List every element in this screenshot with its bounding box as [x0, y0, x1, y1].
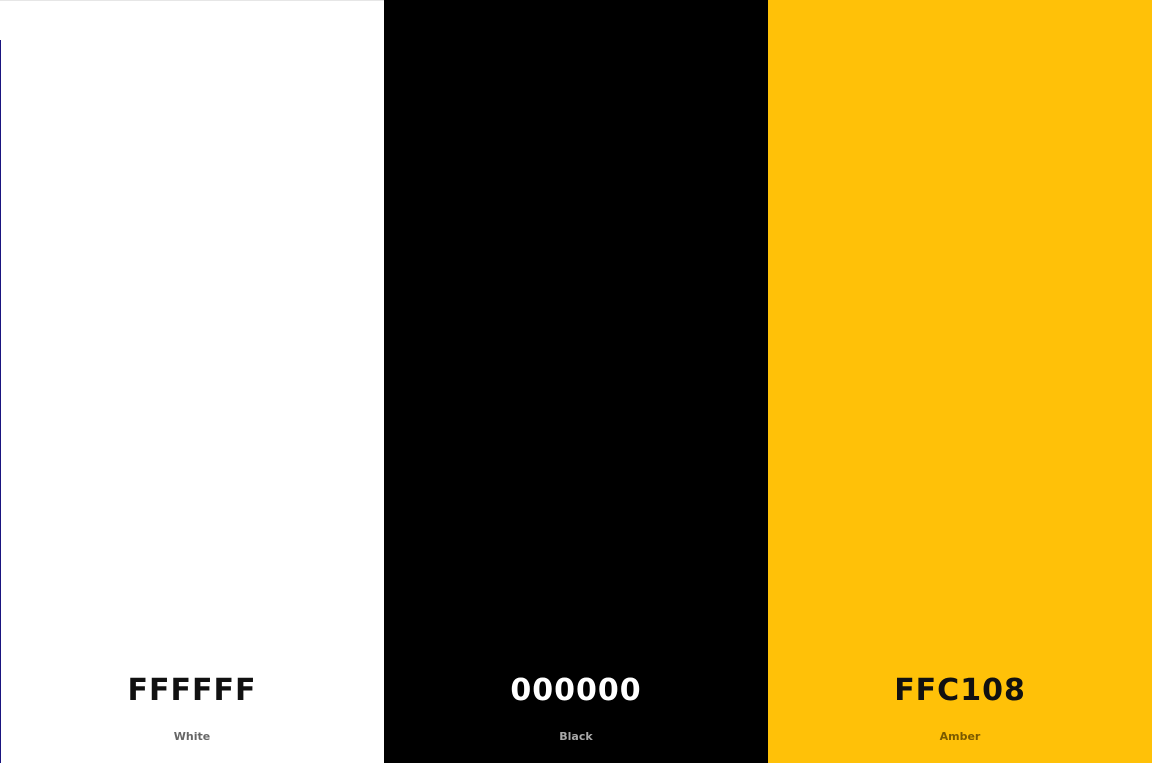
swatch-color-name: White: [173, 730, 211, 743]
swatch-hex-code: 000000: [510, 673, 642, 708]
swatch-white[interactable]: FFFFFF White: [0, 0, 384, 763]
swatch-black[interactable]: 000000 Black: [384, 0, 768, 763]
top-border-line: [0, 0, 384, 1]
swatch-hex-code: FFC108: [894, 673, 1026, 708]
left-edge-line: [0, 40, 1, 763]
swatch-color-name: Amber: [939, 730, 981, 743]
swatch-amber[interactable]: FFC108 Amber: [768, 0, 1152, 763]
swatch-hex-code: FFFFFF: [127, 673, 257, 708]
color-palette: FFFFFF White 000000 Black FFC108 Amber: [0, 0, 1152, 763]
swatch-color-name: Black: [559, 730, 593, 743]
